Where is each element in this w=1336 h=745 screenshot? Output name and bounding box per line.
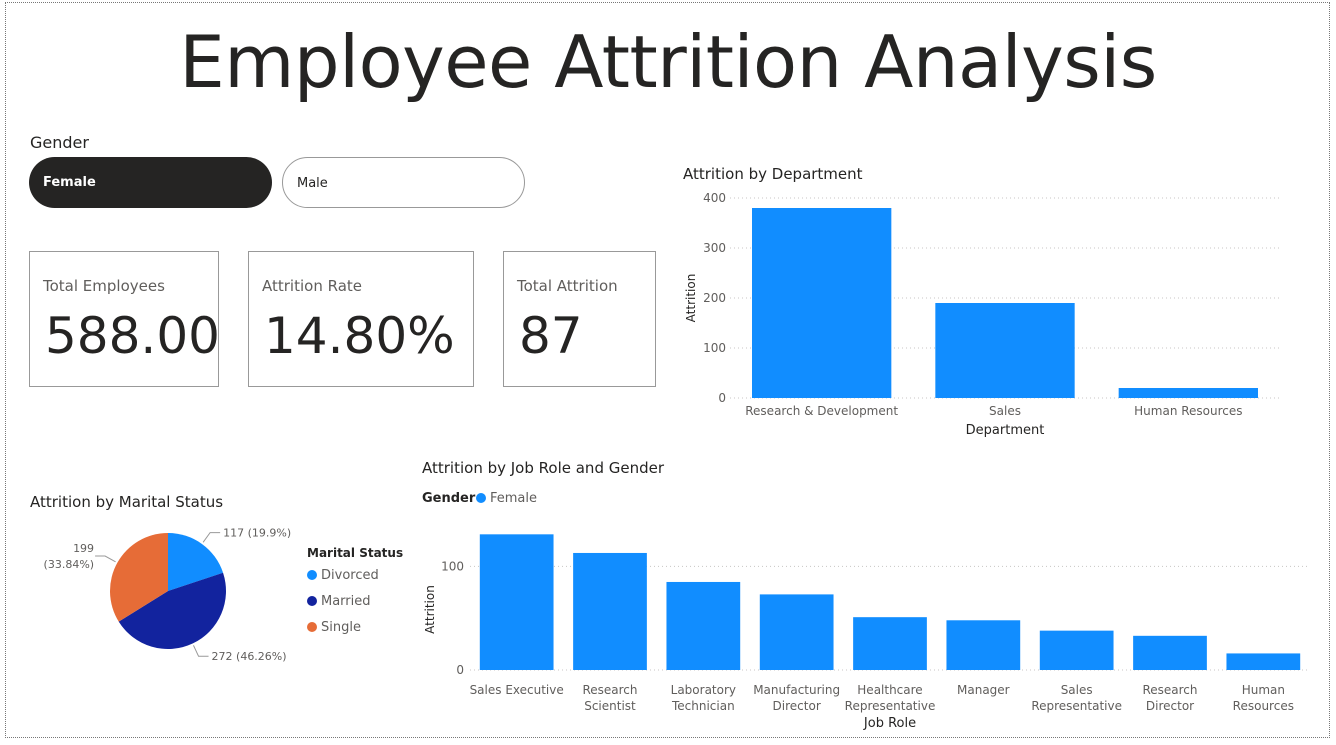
x-tick-label: Manager — [957, 683, 1010, 697]
x-tick-label: Research — [1142, 683, 1197, 697]
y-tick-label: 0 — [456, 663, 464, 677]
x-tick-label: Research & Development — [745, 404, 898, 418]
bar-research-development — [752, 208, 892, 398]
x-tick-label: Director — [1146, 699, 1194, 713]
bar-manufacturing-director — [759, 594, 834, 670]
legend-item-married[interactable]: Married — [307, 594, 371, 609]
department-bar-chart[interactable]: 0 100 200 300 400 Research & Development Sales… — [680, 185, 1290, 445]
y-axis-title: Attrition — [684, 274, 698, 323]
legend-label: Divorced — [321, 568, 379, 583]
legend-label: Married — [321, 594, 371, 609]
x-tick-label: Sales — [1061, 683, 1093, 697]
bar-human-resources — [1226, 653, 1301, 670]
bar-laboratory-technician — [666, 581, 741, 670]
bar-healthcare-representative — [853, 617, 927, 670]
x-tick-label: Sales — [989, 404, 1021, 418]
x-tick-label: Human — [1242, 683, 1285, 697]
gender-legend-title: Gender — [422, 491, 476, 506]
y-tick-label: 200 — [703, 291, 726, 305]
legend-dot-icon — [307, 596, 317, 606]
bar-research-director — [1133, 635, 1207, 670]
bar-sales — [935, 303, 1075, 398]
y-tick-label: 400 — [703, 191, 726, 205]
gender-option-female[interactable]: Female — [29, 157, 272, 208]
pie-leader-line — [193, 645, 209, 657]
pie-leader-line — [202, 532, 221, 543]
legend-dot-icon — [476, 493, 486, 503]
bar-manager — [946, 620, 1021, 670]
total-employees-card: Total Employees 588.00 — [29, 251, 220, 387]
bar-research-scientist — [573, 552, 647, 670]
attrition-rate-card: Attrition Rate 14.80% — [248, 251, 474, 387]
x-tick-label: Scientist — [584, 699, 636, 713]
x-tick-label: Healthcare — [857, 683, 922, 697]
department-chart-title: Attrition by Department — [683, 165, 863, 183]
legend-dot-icon — [307, 570, 317, 580]
x-axis-title: Department — [966, 423, 1045, 438]
marital-pie-chart[interactable]: 117 (19.9%) 272 (46.26%) 199 (33.84%) — [30, 515, 300, 665]
x-axis-title: Job Role — [863, 716, 916, 731]
y-tick-label: 100 — [441, 559, 464, 573]
legend-item-female[interactable]: Female — [476, 491, 537, 506]
x-tick-label: Director — [773, 699, 821, 713]
x-tick-label: Resources — [1233, 699, 1294, 713]
gender-slicer-title: Gender — [30, 133, 89, 152]
x-tick-label: Laboratory — [671, 683, 736, 697]
pie-data-label: 117 (19.9%) — [223, 527, 291, 540]
bar-sales-representative — [1039, 630, 1114, 670]
x-tick-label: Representative — [1031, 699, 1122, 713]
legend-label: Female — [490, 491, 538, 506]
bar-sales-executive — [479, 534, 554, 670]
pie-data-label: 199 — [73, 542, 94, 555]
total-attrition-card: Total Attrition 87 — [503, 251, 656, 387]
page-title: Employee Attrition Analysis — [179, 20, 1157, 104]
pie-data-label: (33.84%) — [44, 558, 95, 571]
x-tick-label: Research — [582, 683, 637, 697]
legend-item-single[interactable]: Single — [307, 620, 361, 635]
y-tick-label: 0 — [718, 391, 726, 405]
legend-dot-icon — [307, 622, 317, 632]
x-tick-label: Technician — [671, 699, 735, 713]
pie-data-label: 272 (46.26%) — [212, 650, 287, 663]
y-axis-title: Attrition — [423, 585, 437, 634]
x-tick-label: Sales Executive — [470, 683, 564, 697]
marital-chart-title: Attrition by Marital Status — [30, 493, 224, 511]
legend-item-divorced[interactable]: Divorced — [307, 568, 379, 583]
card-value: 14.80% — [264, 307, 455, 365]
gender-option-male[interactable]: Male — [282, 157, 525, 208]
x-tick-label: Manufacturing — [753, 683, 840, 697]
x-tick-label: Representative — [845, 699, 936, 713]
jobrole-bar-chart[interactable]: 0 100 Sales Executive Research Scientist Labo… — [418, 515, 1318, 737]
card-label: Attrition Rate — [262, 277, 362, 295]
jobrole-chart-title: Attrition by Job Role and Gender — [422, 459, 665, 477]
legend-label: Single — [321, 620, 361, 635]
card-value: 87 — [519, 307, 583, 365]
marital-legend-title: Marital Status — [307, 546, 404, 560]
pie-leader-line — [95, 555, 116, 563]
y-tick-label: 100 — [703, 341, 726, 355]
x-tick-label: Human Resources — [1134, 404, 1242, 418]
card-label: Total Employees — [43, 277, 165, 295]
card-value: 588.00 — [45, 307, 220, 365]
card-label: Total Attrition — [517, 277, 618, 295]
bar-human-resources — [1118, 388, 1258, 398]
y-tick-label: 300 — [703, 241, 726, 255]
